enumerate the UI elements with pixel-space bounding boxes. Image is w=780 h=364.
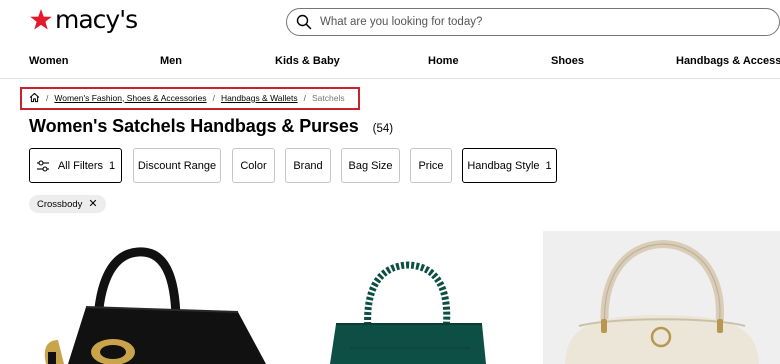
breadcrumb-womens-fashion-link[interactable]: Women's Fashion, Shoes & Accessories <box>54 93 206 103</box>
color-label: Color <box>240 159 267 172</box>
handbag-style-count: 1 <box>545 159 552 172</box>
breadcrumb-separator: / <box>303 92 307 103</box>
bag-size-label: Bag Size <box>348 159 393 172</box>
applied-filter-label: Crossbody <box>37 198 83 210</box>
star-logo-icon <box>30 9 52 30</box>
brand-label: Brand <box>293 159 323 172</box>
all-filters-count: 1 <box>109 159 116 172</box>
discount-range-label: Discount Range <box>137 159 217 172</box>
nav-men[interactable]: Men <box>160 55 182 67</box>
page-title: Women's Satchels Handbags & Purses <box>29 116 359 136</box>
search-input[interactable] <box>320 16 720 28</box>
bag-size-filter-button[interactable]: Bag Size <box>341 148 400 183</box>
home-icon[interactable] <box>29 92 40 103</box>
price-filter-button[interactable]: Price <box>410 148 452 183</box>
handbag-style-filter-button[interactable]: Handbag Style 1 <box>462 148 557 183</box>
breadcrumb-current: Satchels <box>312 92 345 103</box>
breadcrumb-handbags-wallets-link[interactable]: Handbags & Wallets <box>221 93 298 103</box>
top-bar: macy's <box>0 0 780 46</box>
breadcrumb-separator: / <box>212 92 215 103</box>
applied-filter-chip[interactable]: Crossbody ✕ <box>29 195 106 213</box>
nav-shoes[interactable]: Shoes <box>551 55 584 67</box>
all-filters-label: All Filters <box>57 159 104 172</box>
close-icon[interactable]: ✕ <box>88 199 97 210</box>
all-filters-button[interactable]: All Filters 1 <box>29 148 122 183</box>
nav-kids-baby[interactable]: Kids & Baby <box>275 55 340 67</box>
discount-range-filter-button[interactable]: Discount Range <box>133 148 221 183</box>
brand-name: macy's <box>55 5 138 34</box>
main-nav: Women Men Kids & Baby Home Shoes Handbag… <box>0 46 780 79</box>
nav-home[interactable]: Home <box>428 55 459 67</box>
sliders-icon <box>36 159 49 172</box>
search-icon[interactable] <box>296 14 312 30</box>
handbag-style-label: Handbag Style <box>467 159 540 172</box>
product-image-green-satchel[interactable] <box>320 258 495 364</box>
color-filter-button[interactable]: Color <box>232 148 275 183</box>
result-count: (54) <box>372 123 394 135</box>
breadcrumb: / Women's Fashion, Shoes & Accessories /… <box>29 92 345 103</box>
nav-women[interactable]: Women <box>29 55 69 67</box>
macys-logo[interactable]: macy's <box>29 5 138 34</box>
product-card-cream-satchel[interactable] <box>543 231 780 364</box>
nav-handbags-accessories[interactable]: Handbags & Accessories <box>676 55 780 67</box>
price-label: Price <box>418 159 444 172</box>
breadcrumb-separator: / <box>46 92 49 103</box>
product-image-cream-satchel <box>565 239 759 364</box>
product-image-black-satchel[interactable] <box>28 232 288 364</box>
title-row: Women's Satchels Handbags & Purses (54) <box>29 116 393 137</box>
brand-filter-button[interactable]: Brand <box>285 148 331 183</box>
search-bar[interactable] <box>286 8 780 36</box>
